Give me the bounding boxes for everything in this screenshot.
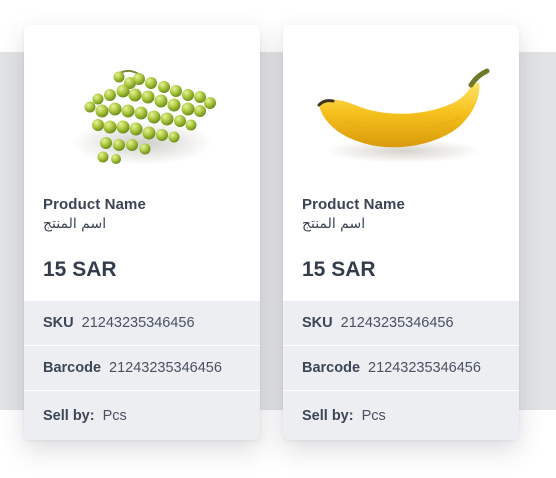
product-name: Product Name [43,196,146,213]
product-card[interactable]: Product Name اسم المنتج 15 SAR SKU 21243… [24,25,260,440]
product-image [24,25,260,193]
sell-by-value: Pcs [361,407,386,424]
sku-label: SKU [43,315,74,331]
sell-by-value: Pcs [102,407,127,424]
product-price: 15 SAR [43,258,117,281]
sell-by-row: Sell by: Pcs [24,391,260,440]
sku-row: SKU 21243235346456 [24,301,260,345]
barcode-label: Barcode [43,360,102,376]
product-image [283,25,519,193]
grapes-image [72,69,216,165]
barcode-row: Barcode 21243235346456 [24,346,260,390]
sell-by-label: Sell by: [43,407,95,424]
product-price: 15 SAR [302,258,376,281]
barcode-value: 21243235346456 [109,360,222,376]
sku-label: SKU [302,315,333,331]
product-name-arabic: اسم المنتج [302,216,366,232]
product-name-arabic: اسم المنتج [43,216,107,232]
barcode-label: Barcode [302,360,361,376]
sell-by-label: Sell by: [302,407,354,424]
sku-value: 21243235346456 [81,315,195,331]
sku-row: SKU 21243235346456 [283,301,519,345]
barcode-row: Barcode 21243235346456 [283,346,519,390]
sell-by-row: Sell by: Pcs [283,391,519,440]
product-card[interactable]: Product Name اسم المنتج 15 SAR SKU 21243… [283,25,519,440]
barcode-value: 21243235346456 [368,360,481,376]
sku-value: 21243235346456 [340,315,454,331]
banana-image [317,68,490,163]
product-name: Product Name [302,196,405,213]
